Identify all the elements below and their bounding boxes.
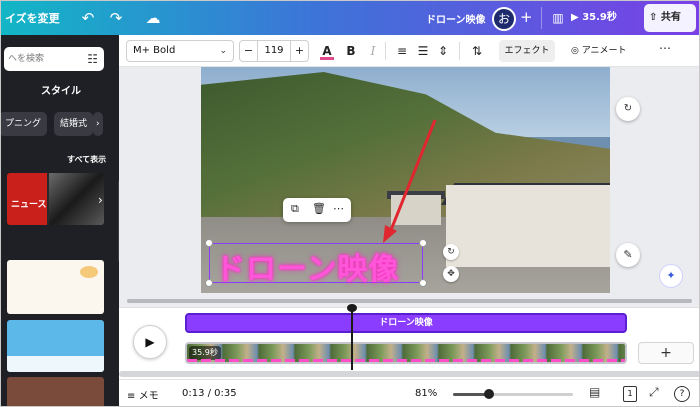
see-all-link[interactable]: すべて表示 — [67, 154, 106, 165]
playhead[interactable] — [351, 308, 353, 370]
animate-label: アニメート — [581, 46, 627, 56]
notes-button[interactable]: ≡ メモ — [127, 387, 159, 402]
caption-text[interactable]: ドローン映像 — [215, 244, 400, 288]
undo-icon[interactable]: ↶ — [77, 7, 99, 29]
notes-label: メモ — [138, 391, 159, 402]
chevron-right-icon[interactable]: › — [98, 193, 103, 207]
text-color-icon[interactable]: A — [319, 41, 335, 61]
thumbnail-cloud — [7, 356, 104, 372]
template-thumbnail[interactable] — [7, 320, 104, 372]
play-button[interactable]: ▶ — [133, 325, 167, 359]
grid-view-icon[interactable]: ▤ — [589, 385, 600, 399]
bold-icon[interactable]: B — [344, 41, 358, 61]
share-label: 共有 — [660, 12, 681, 23]
avatar[interactable]: お — [492, 7, 516, 31]
resize-handle[interactable] — [419, 239, 427, 247]
template-thumbnail[interactable] — [7, 260, 104, 314]
page-number[interactable]: 1 — [623, 386, 637, 402]
vertical-text-icon[interactable]: ⇅ — [469, 41, 485, 61]
templates-panel: ヘを検索 ☷ スタイル プニング 結婚式 › すべて表示 ニュース › — [1, 35, 119, 406]
cloud-saved-icon[interactable]: ☁ — [142, 7, 164, 29]
list-icon[interactable]: ☰ — [416, 41, 430, 61]
zoom-level[interactable]: 81% — [415, 388, 437, 399]
bottom-bar: ≡ メモ 0:13 / 0:35 81% ▤ 1 ⤢ ? — [119, 379, 699, 406]
font-size-stepper[interactable]: − 119 + — [239, 40, 309, 62]
scroll-thumb[interactable] — [127, 299, 692, 303]
timeline: ▶ ドローン映像 35.9秒 + — [119, 304, 699, 379]
animate-icon: ◎ — [571, 46, 579, 56]
share-button[interactable]: ⇧ 共有 — [644, 4, 696, 32]
template-thumbnail[interactable] — [7, 377, 104, 406]
present-button[interactable]: ▶ 35.9秒 — [571, 8, 617, 28]
analytics-icon[interactable]: ▥ — [547, 7, 569, 29]
effects-button[interactable]: エフェクト — [499, 40, 555, 62]
chip-opening[interactable]: プニング — [1, 112, 48, 136]
divider — [459, 42, 460, 60]
spacing-icon[interactable]: ⇕ — [436, 41, 450, 61]
refresh-icon[interactable]: ↻ — [616, 97, 640, 121]
more-options-icon[interactable]: ⋯ — [333, 202, 344, 215]
font-name: M+ Bold — [133, 45, 176, 56]
magic-sparkle-icon[interactable]: ✦ — [659, 264, 683, 288]
move-icon[interactable]: ✥ — [443, 266, 459, 282]
element-context-menu: ⧉ 🗑 ⋯ — [283, 198, 351, 222]
duplicate-icon[interactable]: ⧉ — [291, 202, 299, 216]
template-search-input[interactable]: ヘを検索 ☷ — [4, 47, 104, 71]
top-bar: イズを変更 ↶ ↷ ☁ ドローン映像 お + ▥ ▶ 35.9秒 ⇧ 共有 — [1, 1, 699, 35]
thumbnail-photo — [49, 173, 104, 225]
editor-window: イズを変更 ↶ ↷ ☁ ドローン映像 お + ▥ ▶ 35.9秒 ⇧ 共有 ヘを… — [0, 0, 700, 407]
font-size-value[interactable]: 119 — [258, 41, 290, 61]
resize-handle[interactable] — [419, 279, 427, 287]
chevron-right-icon[interactable]: › — [93, 112, 103, 136]
align-center-icon[interactable]: ≡ — [395, 41, 409, 61]
resize-button[interactable]: イズを変更 — [5, 10, 60, 26]
chevron-down-icon: ⌄ — [219, 46, 227, 56]
thumbnail-title: ニュース — [11, 200, 47, 210]
add-collaborator-button[interactable]: + — [520, 8, 533, 26]
thumbnail-decoration — [80, 266, 98, 278]
increase-size-button[interactable]: + — [290, 41, 308, 61]
text-toolbar: M+ Bold ⌄ − 119 + A B I ≡ ☰ ⇕ ⇅ エフェクト ◎ … — [119, 35, 699, 67]
video-duration: 35.9秒 — [189, 346, 221, 360]
fullscreen-icon[interactable]: ⤢ — [649, 385, 659, 400]
search-placeholder: ヘを検索 — [8, 54, 45, 64]
document-title[interactable]: ドローン映像 — [426, 11, 486, 26]
text-track[interactable]: ドローン映像 — [185, 313, 627, 333]
upload-icon: ⇧ — [649, 12, 658, 23]
decrease-size-button[interactable]: − — [240, 41, 258, 61]
play-icon: ▶ — [145, 335, 155, 349]
playback-time: 0:13 / 0:35 — [182, 388, 237, 399]
style-heading: スタイル — [41, 86, 81, 97]
video-track[interactable]: 35.9秒 — [185, 342, 627, 364]
horizontal-scrollbar[interactable] — [127, 299, 692, 303]
rotate-icon[interactable]: ↻ — [443, 244, 459, 260]
color-swatch — [320, 57, 334, 60]
more-options-icon[interactable]: ⋯ — [659, 41, 671, 55]
divider — [385, 42, 386, 60]
italic-icon[interactable]: I — [367, 41, 379, 61]
canvas-workspace: ドローン映像 ⧉ 🗑 ⋯ ↻ ✥ ↻ ✎ ✦ ⌄ — [119, 67, 699, 307]
resize-handle[interactable] — [205, 279, 213, 287]
delete-icon[interactable]: 🗑 — [312, 202, 326, 215]
present-label: 35.9秒 — [582, 12, 617, 23]
help-button[interactable]: ? — [674, 386, 690, 402]
timeline-scrollbar[interactable] — [119, 371, 699, 377]
notes-icon: ≡ — [127, 391, 136, 402]
redo-icon[interactable]: ↷ — [105, 7, 127, 29]
comment-icon[interactable]: ✎ — [616, 243, 640, 267]
animate-button[interactable]: ◎ アニメート — [571, 41, 627, 61]
resize-handle[interactable] — [205, 239, 213, 247]
track-strip — [187, 359, 625, 362]
filter-icon[interactable]: ☷ — [87, 47, 98, 71]
add-page-button[interactable]: + — [638, 342, 694, 364]
play-icon: ▶ — [571, 12, 579, 23]
divider — [541, 7, 542, 29]
zoom-slider-knob[interactable] — [484, 389, 494, 399]
zoom-slider[interactable] — [453, 389, 573, 399]
template-thumbnail-news[interactable]: ニュース — [7, 173, 104, 225]
font-family-select[interactable]: M+ Bold ⌄ — [126, 40, 234, 62]
chip-wedding[interactable]: 結婚式 — [54, 112, 94, 136]
